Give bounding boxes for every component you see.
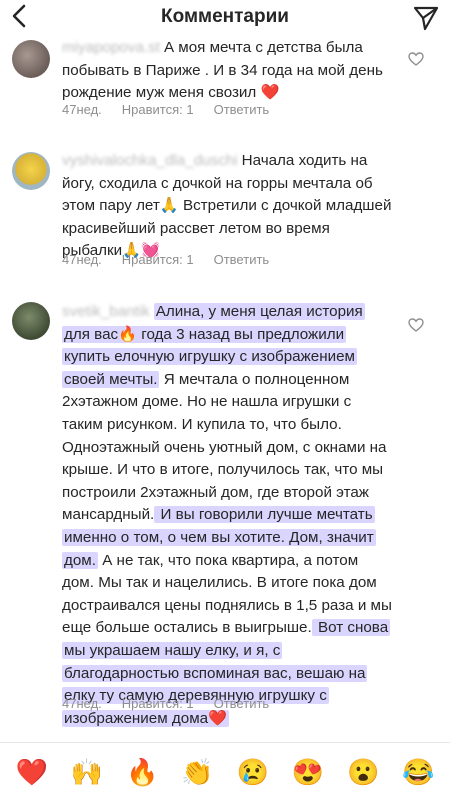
emoji-reaction-bar: ❤️ 🙌 🔥 👏 😢 😍 😮 😂 [0, 742, 450, 800]
emoji-heart-button[interactable]: ❤️ [12, 757, 52, 787]
like-heart-icon[interactable] [408, 318, 424, 332]
comment-likes[interactable]: Нравится: 1 [122, 696, 194, 711]
comment-body: vyshivalochka_dla_duschi Начала ходить на… [62, 150, 392, 263]
emoji-raised-hands-button[interactable]: 🙌 [67, 757, 107, 787]
emoji-heart-eyes-button[interactable]: 😍 [288, 757, 328, 787]
comment-body: miyapopova.st А моя мечта с детства была … [62, 37, 392, 105]
comment-time: 47нед. [62, 696, 102, 711]
send-direct-icon[interactable] [412, 4, 440, 32]
emoji-surprised-button[interactable]: 😮 [343, 757, 383, 787]
comment-time: 47нед. [62, 252, 102, 267]
comment-meta: 47нед. Нравится: 1 Ответить [62, 696, 269, 711]
emoji-crying-button[interactable]: 😢 [233, 757, 273, 787]
avatar[interactable] [12, 152, 50, 190]
comment-text: Я мечтала о полноценном 2хэтажном доме. … [62, 370, 387, 524]
avatar[interactable] [12, 40, 50, 78]
reply-button[interactable]: Ответить [214, 696, 270, 711]
comment-likes[interactable]: Нравится: 1 [122, 252, 194, 267]
comment-username[interactable]: svetik_bantik [62, 303, 150, 320]
emoji-clapping-button[interactable]: 👏 [177, 757, 217, 787]
reply-button[interactable]: Ответить [214, 102, 270, 117]
page-title: Комментарии [161, 6, 289, 27]
comment-likes[interactable]: Нравится: 1 [122, 102, 194, 117]
reply-button[interactable]: Ответить [214, 252, 270, 267]
header-bar: Комментарии [0, 0, 450, 36]
comment-time: 47нед. [62, 102, 102, 117]
emoji-fire-button[interactable]: 🔥 [122, 757, 162, 787]
avatar[interactable] [12, 302, 50, 340]
comment-body: svetik_bantik Алина, у меня целая история… [62, 301, 392, 730]
comment-username[interactable]: miyapopova.st [62, 39, 160, 56]
back-arrow-icon[interactable] [8, 2, 32, 30]
comment-meta: 47нед. Нравится: 1 Ответить [62, 252, 269, 267]
emoji-tears-of-joy-button[interactable]: 😂 [398, 757, 438, 787]
like-heart-icon[interactable] [408, 52, 424, 66]
comment-username[interactable]: vyshivalochka_dla_duschi [62, 152, 238, 169]
comment-meta: 47нед. Нравится: 1 Ответить [62, 102, 269, 117]
